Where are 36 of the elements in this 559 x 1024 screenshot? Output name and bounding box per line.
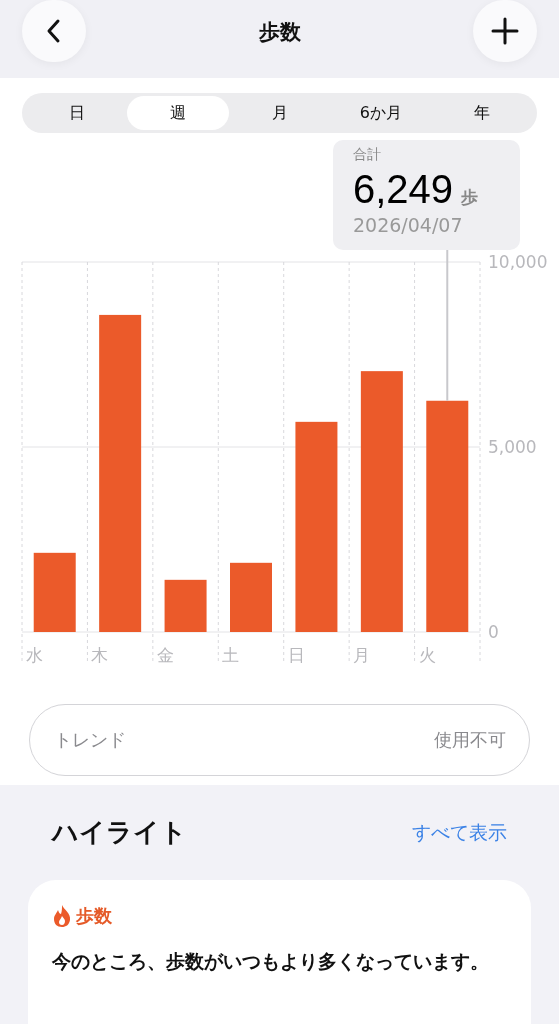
day-label: 火 [418, 645, 436, 665]
day-label: 日 [287, 645, 305, 665]
tooltip-label: 合計 [353, 146, 382, 164]
axis-tick-label: 5,000 [488, 437, 537, 457]
card-category: 歩数 [76, 904, 112, 928]
axis-tick-label: 10,000 [488, 252, 548, 272]
day-label: 土 [222, 645, 240, 665]
section-title: ハイライト [52, 816, 187, 849]
flame-icon [52, 904, 72, 928]
day-label: 金 [156, 645, 174, 665]
total-value: 6,249 [353, 166, 454, 212]
bar[interactable] [426, 400, 469, 632]
day-label: 月 [353, 645, 371, 665]
bar[interactable] [164, 579, 207, 632]
period-tab[interactable]: 6か月 [330, 96, 432, 130]
bar[interactable] [99, 314, 142, 632]
period-tab[interactable]: 年 [431, 96, 534, 130]
unit-label: 歩 [461, 186, 479, 209]
day-label: 水 [26, 645, 43, 665]
period-tab[interactable]: 日 [26, 96, 128, 130]
show-all-link[interactable]: すべて表示 [412, 819, 507, 846]
highlight-card[interactable]: 歩数 今のところ、歩数がいつもより多くなっています。 [28, 880, 531, 1024]
period-tab[interactable]: 月 [228, 96, 331, 130]
plus-icon [490, 16, 520, 46]
trend-status: 使用不可 [434, 728, 506, 752]
bar[interactable] [295, 421, 338, 632]
highlight-text: 今のところ、歩数がいつもより多くなっています。 [52, 949, 490, 974]
axis-tick-label: 0 [488, 622, 499, 642]
trend-row[interactable]: トレンド 使用不可 [29, 704, 530, 776]
date-label: 2026/04/07 [353, 214, 464, 236]
trend-label: トレンド [54, 728, 126, 752]
bar[interactable] [360, 371, 403, 632]
screen-title: 歩数 [258, 19, 301, 46]
period-tab[interactable]: 週 [127, 96, 229, 130]
day-label: 木 [91, 645, 109, 665]
bar[interactable] [33, 552, 76, 632]
